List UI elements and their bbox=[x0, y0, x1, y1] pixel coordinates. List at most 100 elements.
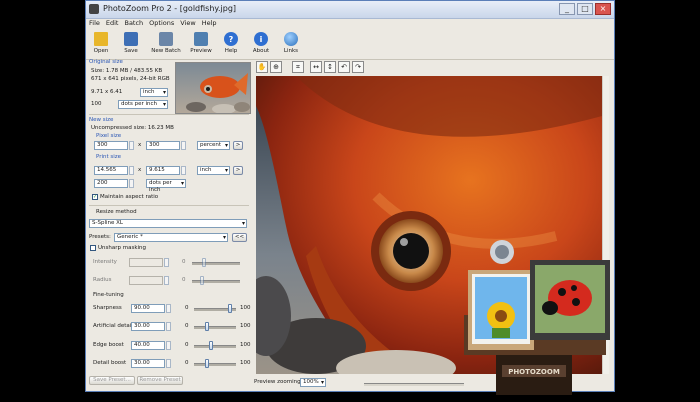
flip-horizontal-icon[interactable]: ↔ bbox=[310, 61, 322, 73]
folder-icon bbox=[94, 32, 108, 46]
original-resolution: 100 bbox=[91, 101, 102, 107]
maximize-button[interactable]: □ bbox=[577, 3, 593, 15]
pixel-size-heading: Pixel size bbox=[96, 133, 122, 139]
preview-zoom-select[interactable]: 100% bbox=[300, 378, 326, 387]
finetune-min: 0 bbox=[185, 342, 189, 348]
rotate-left-icon[interactable]: ↶ bbox=[338, 61, 350, 73]
finetune-slider-thumb[interactable] bbox=[209, 341, 214, 350]
app-icon bbox=[89, 4, 99, 14]
save-button[interactable]: Save bbox=[116, 29, 146, 59]
minimize-button[interactable]: _ bbox=[559, 3, 575, 15]
pixel-width-spinner[interactable] bbox=[129, 141, 134, 150]
pixel-width-input[interactable]: 300 bbox=[94, 141, 128, 150]
menu-file[interactable]: File bbox=[89, 18, 100, 29]
help-button[interactable]: ? Help bbox=[216, 29, 246, 59]
finetune-spinner[interactable] bbox=[166, 304, 171, 313]
menu-options[interactable]: Options bbox=[149, 18, 174, 29]
resize-method-heading: Resize method bbox=[96, 209, 137, 215]
print-resolution-spinner[interactable] bbox=[129, 179, 134, 188]
main-toolbar: Open Save New Batch Preview ? Help i Abo… bbox=[86, 29, 614, 60]
pixel-height-spinner[interactable] bbox=[181, 141, 186, 150]
divider bbox=[89, 114, 249, 115]
intensity-min: 0 bbox=[182, 259, 186, 265]
presets-more-button[interactable]: << bbox=[232, 233, 247, 242]
finetune-max: 100 bbox=[240, 305, 251, 311]
print-size-heading: Print size bbox=[96, 154, 122, 160]
preview-button[interactable]: Preview bbox=[186, 29, 216, 59]
print-resolution-input[interactable]: 200 bbox=[94, 179, 128, 188]
save-preset-button[interactable]: Save Preset... bbox=[89, 376, 135, 385]
finetune-max: 100 bbox=[240, 323, 251, 329]
preview-horizontal-scrollbar[interactable] bbox=[364, 383, 464, 386]
print-unit-select[interactable]: inch bbox=[197, 166, 230, 175]
help-label: Help bbox=[224, 48, 238, 54]
original-thumbnail bbox=[175, 62, 251, 114]
open-button[interactable]: Open bbox=[86, 29, 116, 59]
finetune-value-input[interactable]: 30.00 bbox=[131, 322, 165, 331]
finetune-value-input[interactable]: 90.00 bbox=[131, 304, 165, 313]
menu-batch[interactable]: Batch bbox=[124, 18, 143, 29]
original-dims-unit-select[interactable]: inch bbox=[140, 88, 168, 97]
print-width-spinner[interactable] bbox=[129, 166, 134, 175]
preview-label: Preview bbox=[190, 48, 212, 54]
about-button[interactable]: i About bbox=[246, 29, 276, 59]
print-width-input[interactable]: 14.565 bbox=[94, 166, 128, 175]
hand-tool-icon[interactable]: ✋ bbox=[256, 61, 268, 73]
finetune-slider-thumb[interactable] bbox=[205, 322, 210, 331]
finetune-slider-track[interactable] bbox=[194, 326, 236, 329]
pixel-unit-select[interactable]: percent bbox=[197, 141, 230, 150]
close-button[interactable]: × bbox=[595, 3, 611, 15]
maintain-aspect-checkbox[interactable]: ✓ bbox=[92, 194, 98, 200]
unsharp-masking-checkbox[interactable] bbox=[90, 245, 96, 251]
open-label: Open bbox=[93, 48, 109, 54]
menu-help[interactable]: Help bbox=[202, 18, 217, 29]
print-more-button[interactable]: > bbox=[233, 166, 243, 175]
print-resolution-unit-select[interactable]: dots per inch bbox=[146, 179, 186, 193]
radius-input[interactable] bbox=[129, 276, 163, 285]
finetune-value-input[interactable]: 30.00 bbox=[131, 359, 165, 368]
pixel-x-separator: x bbox=[138, 142, 142, 148]
resize-method-select[interactable]: S-Spline XL bbox=[89, 219, 247, 228]
finetune-slider-thumb[interactable] bbox=[228, 304, 233, 313]
radius-spinner[interactable] bbox=[164, 276, 169, 285]
pixel-height-input[interactable]: 300 bbox=[146, 141, 180, 150]
finetune-spinner[interactable] bbox=[166, 341, 171, 350]
intensity-input[interactable] bbox=[129, 258, 163, 267]
presets-select[interactable]: Generic * bbox=[114, 233, 228, 242]
help-icon: ? bbox=[224, 32, 238, 46]
about-label: About bbox=[252, 48, 270, 54]
print-height-input[interactable]: 9.615 bbox=[146, 166, 180, 175]
finetune-min: 0 bbox=[185, 305, 189, 311]
intensity-slider-track[interactable] bbox=[192, 262, 240, 265]
flip-vertical-icon[interactable]: ↕ bbox=[324, 61, 336, 73]
print-height-spinner[interactable] bbox=[181, 166, 186, 175]
zoom-tool-icon[interactable]: ⊕ bbox=[270, 61, 282, 73]
divider bbox=[89, 205, 249, 206]
original-pixels-line: 671 x 641 pixels, 24-bit RGB bbox=[91, 76, 170, 82]
rotate-right-icon[interactable]: ↷ bbox=[352, 61, 364, 73]
finetune-value-input[interactable]: 40.00 bbox=[131, 341, 165, 350]
intensity-slider-thumb[interactable] bbox=[202, 258, 206, 267]
unsharp-masking-label: Unsharp masking bbox=[98, 245, 147, 251]
menu-bar: File Edit Batch Options View Help bbox=[86, 18, 614, 29]
links-button[interactable]: Links bbox=[276, 29, 306, 59]
finetune-spinner[interactable] bbox=[166, 359, 171, 368]
finetune-max: 100 bbox=[240, 342, 251, 348]
finetune-slider-track[interactable] bbox=[194, 345, 236, 348]
new-batch-button[interactable]: New Batch bbox=[146, 29, 186, 59]
finetune-max: 100 bbox=[240, 360, 251, 366]
intensity-spinner[interactable] bbox=[164, 258, 169, 267]
finetune-label: Sharpness bbox=[93, 305, 122, 311]
radius-slider-thumb[interactable] bbox=[200, 276, 204, 285]
pixel-more-button[interactable]: > bbox=[233, 141, 243, 150]
settings-panel: Original size Size: 1.78 MB / 483.55 KB … bbox=[86, 59, 253, 391]
menu-view[interactable]: View bbox=[180, 18, 195, 29]
maintain-aspect-label: Maintain aspect ratio bbox=[100, 194, 159, 200]
menu-edit[interactable]: Edit bbox=[106, 18, 119, 29]
finetune-slider-thumb[interactable] bbox=[205, 359, 210, 368]
finetune-slider-track[interactable] bbox=[194, 363, 236, 366]
remove-preset-button[interactable]: Remove Preset bbox=[137, 376, 183, 385]
crop-tool-icon[interactable]: ⌗ bbox=[292, 61, 304, 73]
original-resolution-unit-select[interactable]: dots per inch bbox=[118, 100, 168, 109]
finetune-spinner[interactable] bbox=[166, 322, 171, 331]
